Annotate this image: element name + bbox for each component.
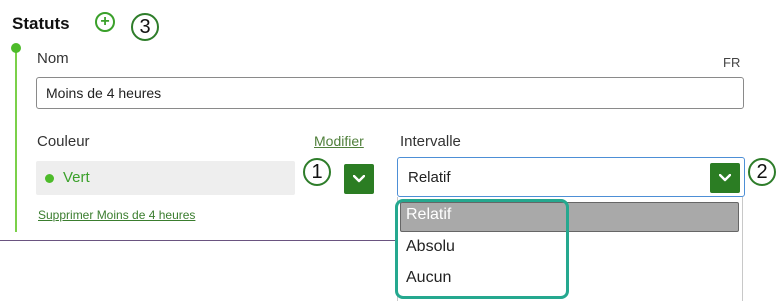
delete-status-link[interactable]: Supprimer Moins de 4 heures <box>38 208 195 222</box>
section-title: Statuts <box>12 14 70 33</box>
color-dropdown-button[interactable] <box>344 164 374 194</box>
chevron-down-icon <box>353 175 365 183</box>
callout-3: 3 <box>131 13 159 41</box>
name-input[interactable] <box>36 77 744 109</box>
section-divider <box>0 240 395 241</box>
interval-dropdown-button[interactable] <box>710 163 740 193</box>
name-label: Nom <box>37 50 69 67</box>
callout-1: 1 <box>303 158 331 186</box>
color-value: Vert <box>63 169 90 186</box>
interval-value: Relatif <box>408 169 451 186</box>
add-status-icon[interactable]: + <box>95 12 115 32</box>
modify-color-link[interactable]: Modifier <box>314 133 364 149</box>
interval-label: Intervalle <box>400 133 461 150</box>
status-rail-line <box>15 47 17 232</box>
status-rail-dot <box>11 43 21 53</box>
callout-2: 2 <box>748 158 776 186</box>
annotation-highlight-box <box>395 199 569 299</box>
color-dot-icon <box>45 174 54 183</box>
color-label: Couleur <box>37 133 90 150</box>
chevron-down-icon <box>719 174 731 182</box>
language-tag: FR <box>723 55 741 70</box>
